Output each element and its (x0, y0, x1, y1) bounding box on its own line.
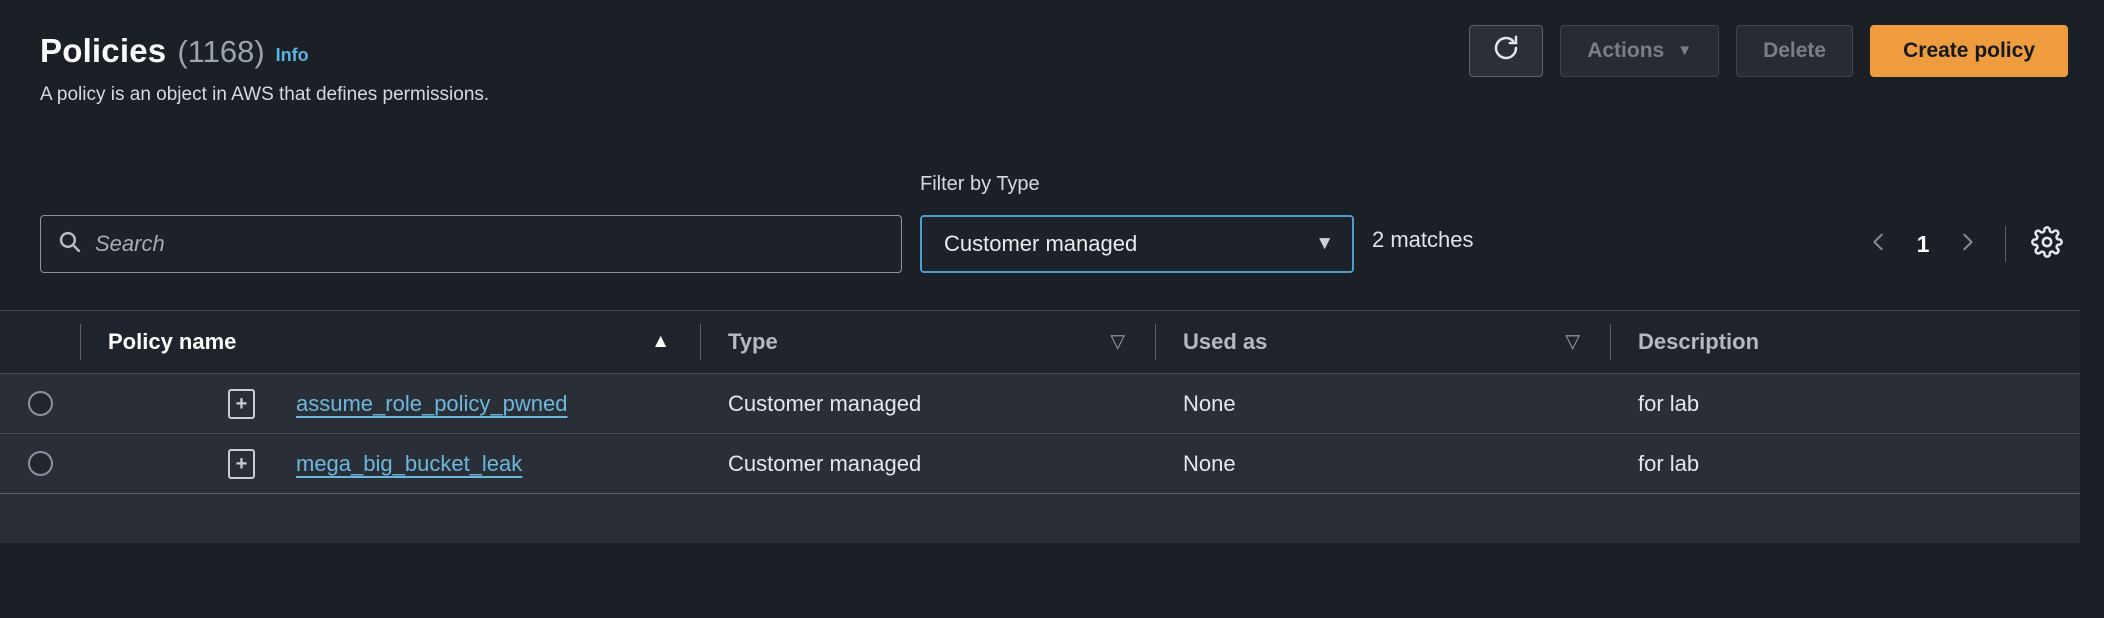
matches-count: 2 matches (1372, 227, 1474, 252)
page-subtitle: A policy is an object in AWS that define… (40, 84, 490, 105)
divider (2005, 226, 2006, 262)
table-row[interactable]: + assume_role_policy_pwned Customer mana… (0, 373, 2080, 433)
delete-button-label: Delete (1763, 39, 1827, 62)
column-header-label: Type (728, 329, 778, 354)
gear-icon (2031, 225, 2063, 263)
divider (80, 324, 81, 360)
column-header-used-as[interactable]: Used as ▽ (1155, 324, 1610, 360)
policy-name-cell: + mega_big_bucket_leak (80, 448, 700, 479)
header-actions: Actions ▼ Delete Create policy (1469, 25, 2068, 77)
policy-name-link[interactable]: assume_role_policy_pwned (296, 391, 568, 417)
row-radio-button[interactable] (27, 451, 53, 476)
sort-ascending-icon: ▲ (651, 331, 670, 352)
page-title-text: Policies (40, 32, 167, 69)
filter-row: Filter by Type Customer managed ▼ 2 matc… (0, 173, 2104, 285)
page-header: Policies (1168) Info A policy is an obje… (0, 0, 2104, 150)
expand-icon[interactable]: + (228, 448, 255, 479)
row-select-cell (0, 391, 80, 416)
divider (1155, 324, 1156, 360)
chevron-right-icon (1956, 231, 1978, 258)
column-header-type[interactable]: Type ▽ (700, 324, 1155, 360)
column-header-description[interactable]: Description (1610, 324, 2080, 360)
search-input[interactable] (95, 231, 885, 257)
policy-used-as-value: None (1183, 450, 1236, 476)
pagination-next-button[interactable] (1943, 220, 1991, 268)
create-policy-button[interactable]: Create policy (1870, 25, 2068, 77)
delete-button[interactable]: Delete (1736, 25, 1854, 77)
type-filter-value: Customer managed (944, 231, 1138, 256)
policy-name-cell: + assume_role_policy_pwned (80, 388, 700, 419)
row-select-cell (0, 451, 80, 476)
sort-icon: ▽ (1565, 331, 1580, 353)
chevron-down-icon: ▼ (1677, 41, 1693, 59)
column-header-label: Policy name (108, 329, 237, 354)
actions-button[interactable]: Actions ▼ (1560, 25, 1720, 77)
policy-description-value: for lab (1638, 390, 1700, 416)
pagination-prev-button[interactable] (1855, 220, 1903, 268)
pagination-page-1[interactable]: 1 (1903, 231, 1943, 258)
search-icon (57, 229, 82, 259)
policy-used-as-cell: None (1155, 391, 1610, 417)
policy-description-value: for lab (1638, 450, 1700, 476)
info-link[interactable]: Info (276, 45, 309, 66)
divider (1610, 324, 1611, 360)
table-body: + assume_role_policy_pwned Customer mana… (0, 373, 2080, 493)
policy-used-as-value: None (1183, 390, 1236, 416)
policy-description-cell: for lab (1610, 391, 2080, 417)
type-filter-select[interactable]: Customer managed ▼ (920, 215, 1354, 273)
table-footer (0, 493, 2080, 543)
policy-type-cell: Customer managed (700, 391, 1155, 417)
divider (700, 324, 701, 360)
policies-page: Policies (1168) Info A policy is an obje… (0, 0, 2104, 618)
policy-description-cell: for lab (1610, 451, 2080, 477)
table-header-row: Policy name ▲ Type ▽ Used as ▽ Descripti… (0, 311, 2080, 373)
policy-type-value: Customer managed (728, 450, 922, 476)
search-box[interactable] (40, 215, 902, 273)
filter-by-type-label: Filter by Type (920, 173, 1040, 195)
title-block: Policies (1168) Info A policy is an obje… (40, 32, 489, 106)
policy-used-as-cell: None (1155, 451, 1610, 477)
column-header-label: Description (1638, 329, 1760, 354)
refresh-icon (1491, 33, 1521, 69)
policy-type-value: Customer managed (728, 390, 922, 416)
page-title: Policies (1168) Info (40, 32, 489, 70)
create-policy-label: Create policy (1903, 39, 2035, 62)
refresh-button[interactable] (1469, 25, 1544, 77)
row-radio-button[interactable] (27, 391, 53, 416)
policy-count: (1168) (177, 34, 265, 69)
policy-type-cell: Customer managed (700, 451, 1155, 477)
policies-table: Policy name ▲ Type ▽ Used as ▽ Descripti… (0, 310, 2080, 543)
column-header-policy-name[interactable]: Policy name ▲ (80, 324, 700, 360)
table-settings-button[interactable] (2024, 221, 2070, 267)
actions-button-label: Actions (1587, 39, 1665, 62)
column-header-label: Used as (1183, 329, 1268, 354)
policy-name-link[interactable]: mega_big_bucket_leak (296, 451, 522, 477)
expand-icon[interactable]: + (228, 388, 255, 419)
sort-icon: ▽ (1110, 331, 1125, 353)
table-row[interactable]: + mega_big_bucket_leak Customer managed … (0, 433, 2080, 493)
pagination: 1 (1855, 215, 2070, 273)
chevron-left-icon (1868, 231, 1890, 258)
chevron-down-icon: ▼ (1315, 233, 1334, 254)
